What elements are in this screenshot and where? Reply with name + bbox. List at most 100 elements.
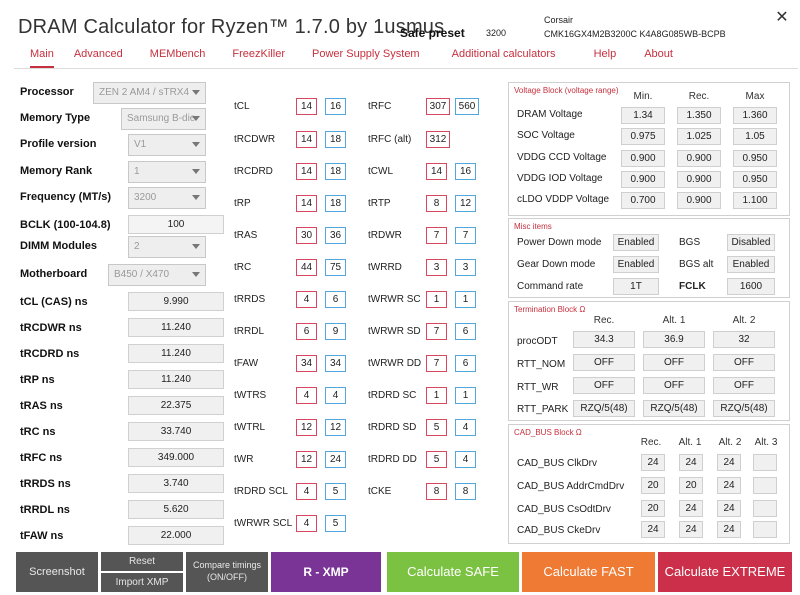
bclk-input[interactable]: 100 <box>128 215 224 234</box>
timing-label: tRFC (alt) <box>368 134 412 145</box>
reset-button[interactable]: Reset <box>101 552 183 571</box>
timing-row-trp: tRP 14 18 <box>234 195 354 213</box>
memory-type-label: Memory Type <box>20 112 91 124</box>
memory-rank-select[interactable]: 1 <box>128 161 206 183</box>
timing-row-trdrd-dd: tRDRD DD 5 4 <box>368 451 482 469</box>
timing-label: tRP <box>234 198 251 209</box>
timing-row-trrdl: tRRDL 6 9 <box>234 323 354 341</box>
dimm-modules-row: DIMM Modules 2 <box>20 236 208 258</box>
motherboard-value: B450 / X470 <box>114 269 170 280</box>
cad-bus-alt1: 20 <box>679 477 703 494</box>
voltage-max: 1.360 <box>733 107 777 124</box>
timing-row-trtp: tRTP 8 12 <box>368 195 482 213</box>
frequency-select[interactable]: 3200 <box>128 187 206 209</box>
timing-value-recommended: 7 <box>426 323 447 340</box>
ns-label: tRP ns <box>20 374 55 386</box>
profile-version-select[interactable]: V1 <box>128 134 206 156</box>
cad-bus-alt3 <box>753 521 777 538</box>
timing-row-trdwr: tRDWR 7 7 <box>368 227 482 245</box>
timing-value-recommended: 307 <box>426 98 450 115</box>
timing-value-recommended: 5 <box>426 451 447 468</box>
timing-value-recommended: 14 <box>296 131 317 148</box>
timing-value-recommended: 14 <box>296 163 317 180</box>
cad-bus-label: CAD_BUS CkeDrv <box>517 525 601 536</box>
ns-row-trp: tRP ns 11.240 <box>20 370 224 392</box>
timing-value-alternative: 12 <box>325 419 346 436</box>
timing-value-recommended: 3 <box>426 259 447 276</box>
timing-value-alternative: 4 <box>455 419 476 436</box>
timing-value-recommended: 44 <box>296 259 317 276</box>
processor-row: Processor ZEN 2 AM4 / sTRX4 <box>20 82 208 104</box>
tab-help[interactable]: Help <box>594 48 617 68</box>
voltage-block: Voltage Block (voltage range) Min. Rec. … <box>508 82 790 216</box>
voltage-max: 1.100 <box>733 192 777 209</box>
voltage-label: cLDO VDDP Voltage <box>517 194 610 205</box>
timing-label: tWRWR SCL <box>234 518 293 529</box>
motherboard-select[interactable]: B450 / X470 <box>108 264 206 286</box>
termination-alt1: 36.9 <box>643 331 705 348</box>
voltage-max: 0.950 <box>733 171 777 188</box>
ns-row-trc: tRC ns 33.740 <box>20 422 224 444</box>
ns-row-tcl: tCL (CAS) ns 9.990 <box>20 292 224 314</box>
timing-value-alternative: 4 <box>325 387 346 404</box>
timing-value-recommended: 1 <box>426 387 447 404</box>
ns-label: tRRDL ns <box>20 504 70 516</box>
memory-manufacturer: Corsair <box>544 15 574 25</box>
timing-value-alternative: 16 <box>455 163 476 180</box>
timing-label: tRTP <box>368 198 391 209</box>
tab-freezkiller[interactable]: FreezKiller <box>232 48 285 68</box>
timing-value-alternative: 34 <box>325 355 346 372</box>
timing-value-recommended: 8 <box>426 195 447 212</box>
termination-rec: OFF <box>573 354 635 371</box>
r-xmp-button[interactable]: R - XMP <box>271 552 381 592</box>
cad-bus-alt1: 24 <box>679 521 703 538</box>
tab-power-supply-system[interactable]: Power Supply System <box>312 48 420 68</box>
termination-block-title: Termination Block Ω <box>514 305 586 314</box>
tab-about[interactable]: About <box>644 48 673 68</box>
timing-label: tWRRD <box>368 262 402 273</box>
timing-value-recommended: 30 <box>296 227 317 244</box>
screenshot-button[interactable]: Screenshot <box>16 552 98 592</box>
timing-value-alternative: 24 <box>325 451 346 468</box>
tab-additional-calculators[interactable]: Additional calculators <box>452 48 556 68</box>
timing-value-recommended: 4 <box>296 291 317 308</box>
memory-part-number: CMK16GX4M2B3200C K4A8G085WB-BCPB <box>544 29 726 39</box>
processor-select[interactable]: ZEN 2 AM4 / sTRX4 <box>93 82 206 104</box>
calculate-safe-button[interactable]: Calculate SAFE <box>387 552 519 592</box>
import-xmp-button[interactable]: Import XMP <box>101 573 183 592</box>
close-icon[interactable]: ✕ <box>772 8 792 28</box>
dimm-modules-select[interactable]: 2 <box>128 236 206 258</box>
gear-down-mode-value: Enabled <box>613 256 659 273</box>
cad-bus-rec: 20 <box>641 500 665 517</box>
calculate-fast-button[interactable]: Calculate FAST <box>522 552 655 592</box>
timing-value-recommended: 4 <box>296 387 317 404</box>
timing-row-trcdrd: tRCDRD 14 18 <box>234 163 354 181</box>
ns-label: tRC ns <box>20 426 56 438</box>
compare-timings-button[interactable]: Compare timings (ON/OFF) <box>186 552 268 592</box>
termination-rec: OFF <box>573 377 635 394</box>
voltage-rec: 1.025 <box>677 128 721 145</box>
timing-label: tWR <box>234 454 254 465</box>
tab-advanced[interactable]: Advanced <box>74 48 123 68</box>
termination-block: Termination Block Ω Rec. Alt. 1 Alt. 2 p… <box>508 301 790 421</box>
tab-main[interactable]: Main <box>30 48 54 68</box>
frequency-row: Frequency (MT/s) 3200 <box>20 187 208 209</box>
memory-rank-value: 1 <box>134 166 140 177</box>
timing-value-alternative: 1 <box>455 387 476 404</box>
timing-label: tFAW <box>234 358 259 369</box>
timing-value-alternative: 18 <box>325 131 346 148</box>
timing-label: tWRWR DD <box>368 358 422 369</box>
memory-type-select[interactable]: Samsung B-die <box>121 108 206 130</box>
main-menu: Main Advanced MEMbench FreezKiller Power… <box>20 48 673 68</box>
timing-value-alternative: 8 <box>455 483 476 500</box>
tab-membench[interactable]: MEMbench <box>150 48 206 68</box>
calculate-extreme-button[interactable]: Calculate EXTREME <box>658 552 792 592</box>
cad-bus-alt3 <box>753 500 777 517</box>
cad-bus-rec: 20 <box>641 477 665 494</box>
timing-row-twrrd: tWRRD 3 3 <box>368 259 482 277</box>
termination-alt1: OFF <box>643 377 705 394</box>
timing-value-recommended: 8 <box>426 483 447 500</box>
timing-label: tRDWR <box>368 230 402 241</box>
ns-label: tRCDRD ns <box>20 348 80 360</box>
bclk-row: BCLK (100-104.8) 100 <box>20 215 224 237</box>
